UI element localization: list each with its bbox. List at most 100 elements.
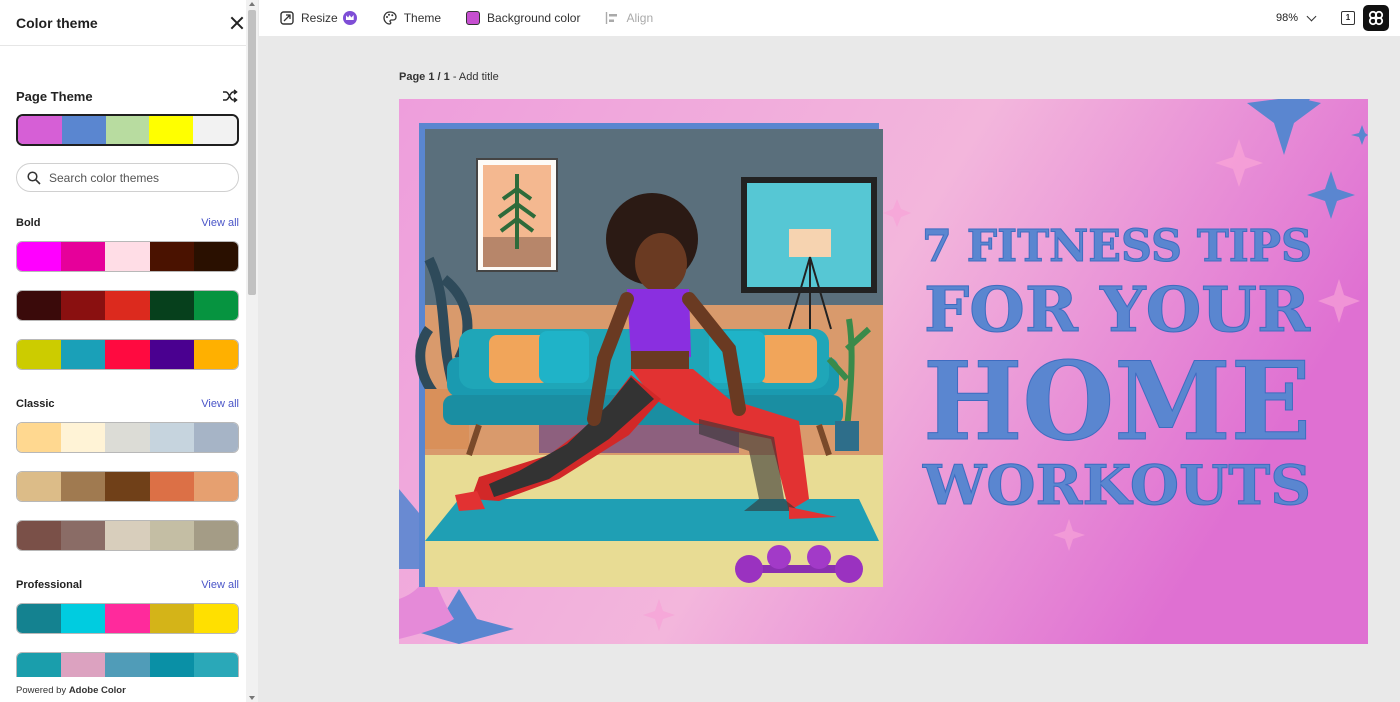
headline-text[interactable]: 7 FITNESS TIPS FOR YOUR HOME WORKOUTS [921, 221, 1312, 518]
theme-swatch [149, 653, 194, 677]
color-theme-option[interactable] [16, 520, 239, 551]
theme-swatch [193, 340, 238, 369]
theme-swatch [105, 423, 150, 452]
canvas-area: Page 1 / 1 - Add title 7 FITNESS TIPS FO… [259, 36, 1400, 702]
scroll-down-arrow[interactable] [249, 696, 255, 700]
theme-swatch [105, 521, 150, 550]
theme-swatch [61, 423, 106, 452]
theme-swatch [61, 604, 106, 633]
color-theme-option[interactable] [16, 241, 239, 272]
add-title-link[interactable]: - Add title [450, 71, 499, 83]
theme-swatch [149, 423, 194, 452]
fitness-illustration [415, 123, 883, 587]
theme-swatch [149, 472, 194, 501]
resize-icon [280, 11, 294, 25]
pages-icon[interactable]: 1 [1341, 11, 1355, 25]
app-menu-button[interactable] [1363, 5, 1389, 31]
theme-swatch [193, 653, 238, 677]
shuffle-icon[interactable] [222, 89, 238, 103]
panel-scroll-area[interactable]: Page Theme BoldView allClassicView allPr… [0, 60, 246, 677]
section-title: Classic [16, 398, 55, 410]
theme-swatch [105, 653, 150, 677]
toolbar-right: 98% 1 [1276, 5, 1400, 31]
theme-swatch [17, 653, 62, 677]
powered-brand: Adobe Color [68, 685, 126, 696]
page-label[interactable]: Page 1 / 1 - Add title [399, 71, 499, 83]
theme-swatch [149, 116, 194, 144]
chevron-down-icon[interactable] [1306, 11, 1317, 21]
current-page-theme[interactable] [16, 114, 239, 146]
theme-swatch [193, 242, 238, 271]
search-icon [27, 170, 41, 185]
theme-swatch [193, 521, 238, 550]
close-icon[interactable] [229, 15, 245, 31]
page-theme-row: Page Theme [0, 60, 246, 104]
theme-swatch [149, 242, 194, 271]
search-color-themes[interactable] [16, 163, 239, 192]
resize-label: Resize [301, 11, 338, 25]
view-all-link[interactable]: View all [201, 398, 239, 410]
theme-swatch [61, 340, 106, 369]
background-color-button[interactable]: Background color [466, 11, 580, 25]
theme-swatch [193, 423, 238, 452]
theme-swatch [61, 653, 106, 677]
theme-label: Theme [403, 11, 442, 25]
theme-swatch [105, 116, 150, 144]
theme-sections: Bold View all Classic View all Professional V… [0, 213, 246, 677]
headline-line-4: WORKOUTS [922, 453, 1311, 517]
color-theme-option[interactable] [16, 652, 239, 677]
theme-swatch [18, 116, 62, 144]
scroll-up-arrow[interactable] [249, 2, 255, 6]
theme-swatch [61, 242, 106, 271]
headline-line-3: HOME [923, 339, 1311, 465]
theme-swatch [149, 521, 194, 550]
theme-button[interactable]: Theme [383, 11, 441, 25]
panel-header: Color theme [0, 0, 257, 46]
headline-line-1: 7 FITNESS TIPS [922, 221, 1312, 272]
theme-swatch [149, 291, 194, 320]
color-theme-option[interactable] [16, 471, 239, 502]
theme-swatch [105, 242, 150, 271]
theme-swatch [193, 116, 237, 144]
section-header: Classic View all [0, 394, 246, 414]
headline-line-2: FOR YOUR [924, 273, 1310, 346]
theme-swatch [105, 340, 150, 369]
panel-scrollbar[interactable] [246, 0, 258, 702]
premium-crown-icon [342, 11, 357, 25]
theme-swatch [105, 604, 150, 633]
theme-swatch [17, 340, 62, 369]
color-theme-option[interactable] [16, 603, 239, 634]
section-header: Bold View all [0, 213, 246, 233]
theme-swatch [17, 423, 62, 452]
theme-swatch [105, 472, 150, 501]
theme-swatch [193, 291, 238, 320]
theme-swatch [17, 472, 62, 501]
powered-prefix: Powered by [16, 685, 69, 696]
view-all-link[interactable]: View all [201, 579, 239, 591]
section-header: Professional View all [0, 575, 246, 595]
panel-title: Color theme [16, 14, 98, 31]
powered-by: Powered by Adobe Color [16, 685, 126, 696]
search-input[interactable] [49, 170, 219, 185]
align-button[interactable]: Align [605, 11, 653, 25]
theme-swatch [61, 116, 106, 144]
resize-button[interactable]: Resize [280, 11, 357, 25]
color-theme-option[interactable] [16, 422, 239, 453]
zoom-level[interactable]: 98% [1276, 12, 1298, 24]
design-artboard[interactable]: 7 FITNESS TIPS FOR YOUR HOME WORKOUTS [399, 99, 1368, 644]
theme-swatch [17, 604, 62, 633]
color-theme-option[interactable] [16, 290, 239, 321]
theme-swatch [61, 291, 106, 320]
align-icon [606, 12, 618, 24]
theme-swatch [149, 604, 194, 633]
view-all-link[interactable]: View all [201, 217, 239, 229]
app-logo-icon [1368, 10, 1384, 26]
theme-swatch [61, 472, 106, 501]
background-color-swatch [466, 11, 481, 25]
color-theme-panel: Color theme Page Theme BoldView allClass… [0, 0, 258, 702]
section-title: Bold [16, 217, 41, 229]
theme-swatch [193, 604, 238, 633]
color-theme-option[interactable] [16, 339, 239, 370]
scrollbar-thumb[interactable] [248, 10, 256, 295]
theme-swatch [17, 291, 62, 320]
